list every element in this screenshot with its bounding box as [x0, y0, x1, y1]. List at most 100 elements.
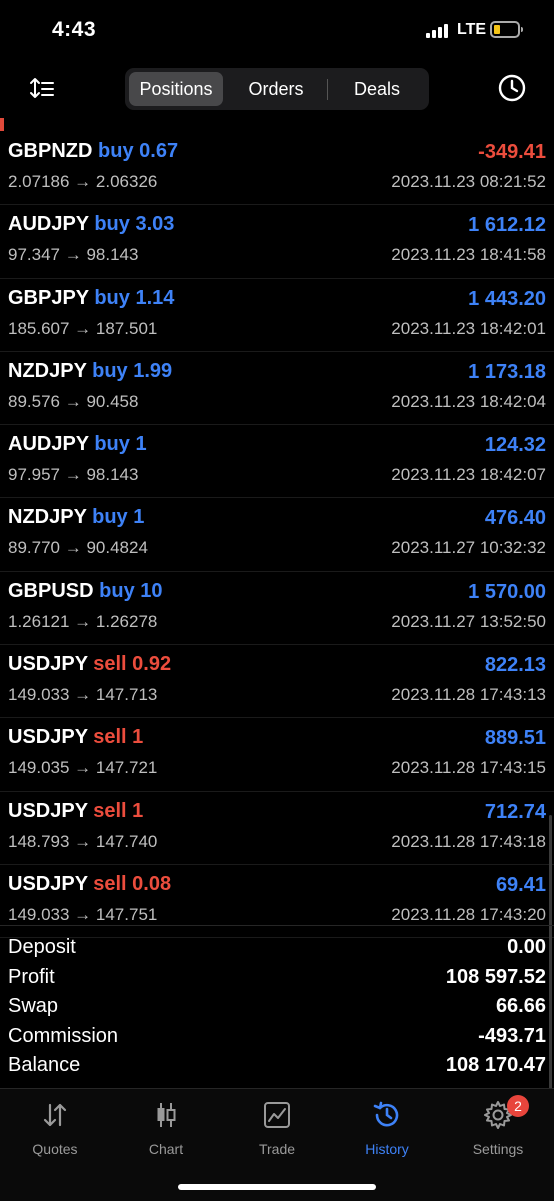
trade-row[interactable]: USDJPY sell 1 148.793 → 147.740 712.74 2… [0, 792, 554, 865]
tab-settings[interactable]: 2 Settings [443, 1095, 553, 1161]
summary-value: 66.66 [495, 995, 546, 1017]
scroll-marker [0, 118, 4, 131]
trade-date: 2023.11.23 18:42:01 [391, 318, 546, 338]
trade-prices: 89.770 → 90.4824 [8, 538, 148, 558]
trade-date: 2023.11.23 18:41:58 [391, 245, 546, 265]
trade-volume: 1 [132, 799, 144, 822]
summary-value: -493.71 [478, 1024, 546, 1047]
trade-row[interactable]: GBPJPY buy 1.14 185.607 → 187.501 1 443.… [0, 279, 554, 352]
history-icon [373, 1101, 399, 1127]
tab-trade[interactable]: Trade [222, 1099, 332, 1161]
trade-side: buy [98, 140, 134, 162]
tab-deals[interactable]: Deals [329, 72, 425, 106]
trade-date: 2023.11.28 17:43:20 [391, 904, 546, 924]
status-bar: 4:43 LTE [0, 0, 554, 60]
trade-title: USDJPY sell 1 [8, 800, 143, 823]
summary-value: 0.00 [507, 936, 546, 958]
trade-profit: 889.51 [484, 727, 546, 750]
tab-chart[interactable]: Chart [111, 1099, 221, 1161]
tab-label: Chart [148, 1141, 184, 1157]
trades-list: GBPNZD buy 0.67 2.07186 → 2.06326 -349.4… [0, 132, 554, 939]
trade-prices: 149.035 → 147.721 [8, 758, 158, 778]
trade-date: 2023.11.23 18:42:07 [391, 465, 546, 485]
trade-row[interactable]: NZDJPY buy 1 89.770 → 90.4824 476.40 202… [0, 498, 554, 572]
trade-prices: 97.957 → 98.143 [8, 465, 139, 485]
summary-label: Profit [8, 965, 55, 988]
sort-icon[interactable] [28, 75, 56, 103]
summary-deposit: Deposit 0.00 [0, 934, 554, 964]
trade-prices: 97.347 → 98.143 [8, 245, 139, 265]
tab-label: Trade [258, 1141, 296, 1157]
trade-volume: 0.67 [139, 140, 179, 162]
tab-orders[interactable]: Orders [225, 72, 327, 106]
trade-profit: 712.74 [484, 800, 546, 823]
trade-date: 2023.11.28 17:43:18 [391, 831, 546, 851]
trade-date: 2023.11.28 17:43:15 [391, 758, 546, 778]
trade-side: sell [93, 653, 127, 676]
tab-label: History [365, 1141, 409, 1157]
trade-symbol: NZDJPY [8, 359, 87, 382]
segment-divider [327, 79, 328, 100]
signal-strength-icon [426, 24, 450, 38]
trade-date: 2023.11.23 18:42:04 [391, 391, 546, 411]
trade-side: buy [94, 213, 130, 236]
trade-symbol: GBPJPY [8, 286, 89, 309]
trade-row[interactable]: GBPUSD buy 10 1.26121 → 1.26278 1 570.00… [0, 572, 554, 646]
trade-chart-icon [264, 1102, 290, 1128]
summary-label: Deposit [8, 936, 76, 958]
summary-value: 108 170.47 [445, 1054, 546, 1076]
notification-badge: 2 [507, 1095, 529, 1117]
trade-symbol: USDJPY [8, 726, 88, 749]
home-indicator[interactable] [178, 1184, 376, 1190]
trade-volume: 1.14 [135, 286, 175, 309]
trade-volume: 1 [133, 506, 145, 529]
trade-symbol: NZDJPY [8, 506, 87, 529]
trade-profit: 1 173.18 [468, 360, 546, 383]
trade-profit: 69.41 [495, 873, 546, 896]
trade-profit: 822.13 [484, 654, 546, 677]
trade-volume: 1.99 [133, 359, 173, 382]
trade-title: GBPJPY buy 1.14 [8, 287, 174, 310]
trade-prices: 89.576 → 90.458 [8, 391, 139, 411]
trade-title: USDJPY sell 1 [8, 726, 143, 749]
trade-volume: 3.03 [135, 213, 175, 236]
clock-icon[interactable] [497, 73, 527, 103]
trade-prices: 148.793 → 147.740 [8, 831, 158, 851]
trade-row[interactable]: USDJPY sell 1 149.035 → 147.721 889.51 2… [0, 718, 554, 792]
trade-prices: 149.033 → 147.713 [8, 685, 158, 705]
trade-date: 2023.11.27 13:52:50 [391, 611, 546, 631]
trade-date: 2023.11.27 10:32:32 [391, 538, 546, 558]
trade-title: AUDJPY buy 3.03 [8, 213, 174, 236]
trade-symbol: AUDJPY [8, 213, 89, 236]
summary-swap: Swap 66.66 [0, 993, 554, 1023]
summary-value: 108 597.52 [445, 965, 546, 988]
trade-prices: 149.033 → 147.751 [8, 904, 158, 924]
trade-row[interactable]: AUDJPY buy 3.03 97.347 → 98.143 1 612.12… [0, 205, 554, 279]
summary-balance: Balance 108 170.47 [0, 1052, 554, 1082]
trade-symbol: USDJPY [8, 799, 88, 822]
summary-profit: Profit 108 597.52 [0, 964, 554, 994]
trade-title: USDJPY sell 0.08 [8, 873, 171, 896]
trade-row[interactable]: AUDJPY buy 1 97.957 → 98.143 124.32 2023… [0, 425, 554, 499]
trade-side: buy [94, 286, 130, 309]
trade-side: buy [99, 579, 135, 602]
trade-volume: 10 [140, 579, 163, 602]
tab-quotes[interactable]: Quotes [0, 1099, 110, 1161]
tab-history[interactable]: History [332, 1099, 442, 1161]
tab-label: Settings [472, 1141, 524, 1157]
trade-title: GBPNZD buy 0.67 [8, 140, 178, 163]
trade-row[interactable]: GBPNZD buy 0.67 2.07186 → 2.06326 -349.4… [0, 132, 554, 206]
trade-prices: 185.607 → 187.501 [8, 318, 158, 338]
summary-label: Balance [8, 1054, 81, 1076]
trade-volume: 1 [132, 726, 144, 749]
trade-row[interactable]: NZDJPY buy 1.99 89.576 → 90.458 1 173.18… [0, 352, 554, 426]
trade-row[interactable]: USDJPY sell 0.92 149.033 → 147.713 822.1… [0, 645, 554, 719]
quotes-icon [43, 1103, 67, 1127]
tab-label: Quotes [32, 1141, 78, 1157]
trade-title: GBPUSD buy 10 [8, 580, 163, 603]
tab-positions[interactable]: Positions [129, 72, 223, 106]
status-time: 4:43 [52, 18, 97, 41]
trade-symbol: GBPNZD [8, 140, 93, 162]
trade-date: 2023.11.28 17:43:13 [391, 685, 546, 705]
trade-side: sell [93, 726, 127, 749]
